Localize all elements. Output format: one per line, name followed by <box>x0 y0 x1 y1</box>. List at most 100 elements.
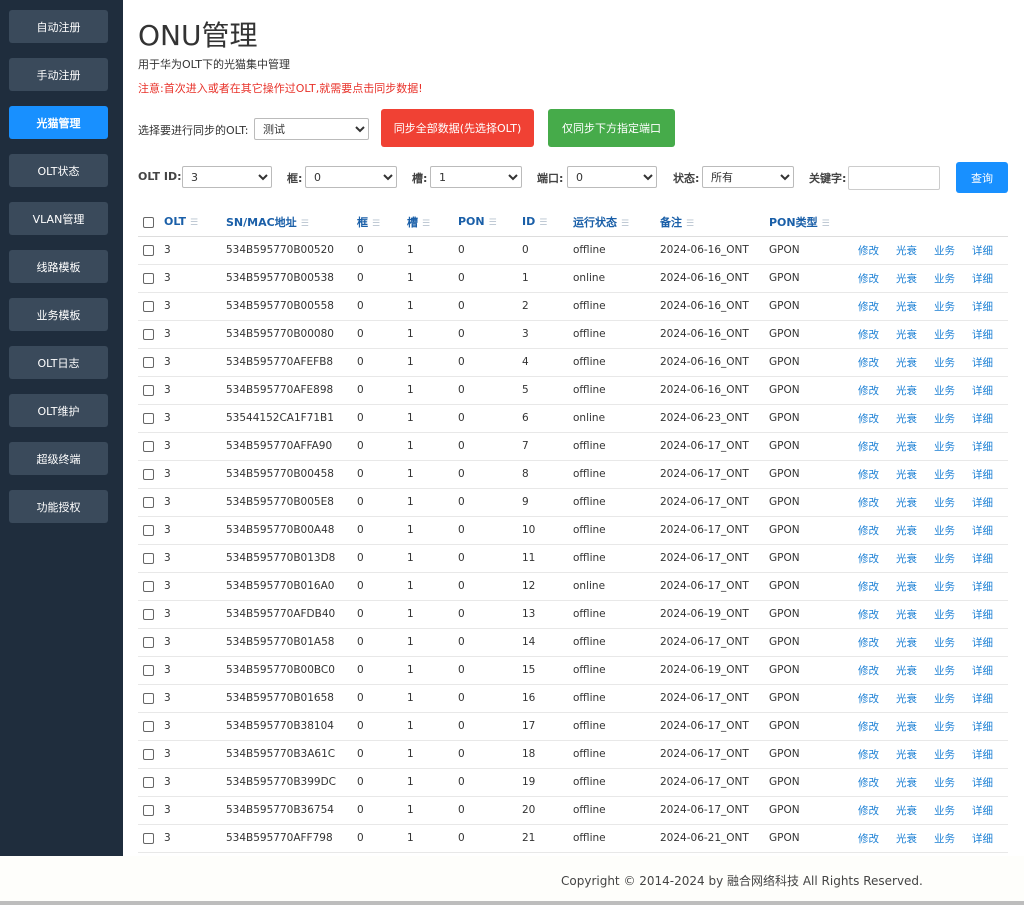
service-link[interactable]: 业务 <box>934 740 972 769</box>
sort-icon[interactable]: ☰ <box>190 218 198 228</box>
edit-link[interactable]: 修改 <box>858 264 896 293</box>
optical-power-link[interactable]: 光衰 <box>896 488 934 517</box>
row-checkbox[interactable] <box>143 272 154 284</box>
row-checkbox[interactable] <box>143 720 154 732</box>
optical-power-link[interactable]: 光衰 <box>896 292 934 321</box>
sort-icon[interactable]: ☰ <box>822 219 830 229</box>
row-checkbox[interactable] <box>143 496 154 508</box>
service-link[interactable]: 业务 <box>934 404 972 433</box>
row-checkbox[interactable] <box>143 524 154 536</box>
edit-link[interactable]: 修改 <box>858 796 896 825</box>
service-link[interactable]: 业务 <box>934 516 972 545</box>
optical-power-link[interactable]: 光衰 <box>896 460 934 489</box>
row-checkbox[interactable] <box>143 300 154 312</box>
optical-power-link[interactable]: 光衰 <box>896 264 934 293</box>
sync-all-button[interactable]: 同步全部数据(先选择OLT) <box>381 109 534 147</box>
optical-power-link[interactable]: 光衰 <box>896 796 934 825</box>
edit-link[interactable]: 修改 <box>858 600 896 629</box>
row-checkbox[interactable] <box>143 580 154 592</box>
detail-link[interactable]: 详细 <box>972 628 1008 657</box>
row-checkbox[interactable] <box>143 440 154 452</box>
optical-power-link[interactable]: 光衰 <box>896 684 934 713</box>
edit-link[interactable]: 修改 <box>858 348 896 377</box>
detail-link[interactable]: 详细 <box>972 292 1008 321</box>
optical-power-link[interactable]: 光衰 <box>896 348 934 377</box>
sort-icon[interactable]: ☰ <box>489 218 497 228</box>
service-link[interactable]: 业务 <box>934 712 972 741</box>
row-checkbox[interactable] <box>143 804 154 816</box>
column-header-pon[interactable]: PON ☰ <box>458 208 522 237</box>
frame-select[interactable]: 0 <box>305 166 397 188</box>
detail-link[interactable]: 详细 <box>972 348 1008 377</box>
sidebar-item-10[interactable]: 功能授权 <box>9 490 108 523</box>
edit-link[interactable]: 修改 <box>858 376 896 405</box>
service-link[interactable]: 业务 <box>934 544 972 573</box>
edit-link[interactable]: 修改 <box>858 628 896 657</box>
detail-link[interactable]: 详细 <box>972 320 1008 349</box>
edit-link[interactable]: 修改 <box>858 740 896 769</box>
edit-link[interactable]: 修改 <box>858 516 896 545</box>
edit-link[interactable]: 修改 <box>858 684 896 713</box>
row-checkbox[interactable] <box>143 384 154 396</box>
column-header-remark[interactable]: 备注 ☰ <box>660 208 769 237</box>
service-link[interactable]: 业务 <box>934 572 972 601</box>
detail-link[interactable]: 详细 <box>972 824 1008 853</box>
sidebar-item-6[interactable]: 业务模板 <box>9 298 108 331</box>
sidebar-item-2[interactable]: 光猫管理 <box>9 106 108 139</box>
service-link[interactable]: 业务 <box>934 292 972 321</box>
row-checkbox[interactable] <box>143 664 154 676</box>
olt-id-select[interactable]: 3 <box>182 166 272 188</box>
detail-link[interactable]: 详细 <box>972 544 1008 573</box>
row-checkbox[interactable] <box>143 244 154 256</box>
optical-power-link[interactable]: 光衰 <box>896 544 934 573</box>
row-checkbox[interactable] <box>143 608 154 620</box>
detail-link[interactable]: 详细 <box>972 600 1008 629</box>
edit-link[interactable]: 修改 <box>858 460 896 489</box>
service-link[interactable]: 业务 <box>934 320 972 349</box>
optical-power-link[interactable]: 光衰 <box>896 656 934 685</box>
optical-power-link[interactable]: 光衰 <box>896 768 934 797</box>
edit-link[interactable]: 修改 <box>858 236 896 265</box>
column-header-pon-type[interactable]: PON类型 ☰ <box>769 208 858 237</box>
edit-link[interactable]: 修改 <box>858 544 896 573</box>
edit-link[interactable]: 修改 <box>858 712 896 741</box>
service-link[interactable]: 业务 <box>934 432 972 461</box>
row-checkbox[interactable] <box>143 552 154 564</box>
sidebar-item-8[interactable]: OLT维护 <box>9 394 108 427</box>
detail-link[interactable]: 详细 <box>972 236 1008 265</box>
optical-power-link[interactable]: 光衰 <box>896 404 934 433</box>
optical-power-link[interactable]: 光衰 <box>896 824 934 853</box>
slot-select[interactable]: 1 <box>430 166 522 188</box>
detail-link[interactable]: 详细 <box>972 684 1008 713</box>
sort-icon[interactable]: ☰ <box>422 219 430 229</box>
query-button[interactable]: 查询 <box>956 162 1008 193</box>
service-link[interactable]: 业务 <box>934 460 972 489</box>
row-checkbox[interactable] <box>143 748 154 760</box>
service-link[interactable]: 业务 <box>934 488 972 517</box>
service-link[interactable]: 业务 <box>934 376 972 405</box>
row-checkbox[interactable] <box>143 832 154 844</box>
sidebar-item-4[interactable]: VLAN管理 <box>9 202 108 235</box>
sidebar-item-1[interactable]: 手动注册 <box>9 58 108 91</box>
sort-icon[interactable]: ☰ <box>621 219 629 229</box>
optical-power-link[interactable]: 光衰 <box>896 236 934 265</box>
edit-link[interactable]: 修改 <box>858 320 896 349</box>
detail-link[interactable]: 详细 <box>972 460 1008 489</box>
sync-olt-select[interactable]: 测试 <box>254 118 369 140</box>
service-link[interactable]: 业务 <box>934 264 972 293</box>
row-checkbox[interactable] <box>143 356 154 368</box>
keyword-input[interactable] <box>848 166 940 190</box>
edit-link[interactable]: 修改 <box>858 404 896 433</box>
detail-link[interactable]: 详细 <box>972 740 1008 769</box>
optical-power-link[interactable]: 光衰 <box>896 740 934 769</box>
service-link[interactable]: 业务 <box>934 628 972 657</box>
edit-link[interactable]: 修改 <box>858 488 896 517</box>
sort-icon[interactable]: ☰ <box>686 219 694 229</box>
sidebar-item-0[interactable]: 自动注册 <box>9 10 108 43</box>
sidebar-item-7[interactable]: OLT日志 <box>9 346 108 379</box>
detail-link[interactable]: 详细 <box>972 264 1008 293</box>
sidebar-item-9[interactable]: 超级终端 <box>9 442 108 475</box>
service-link[interactable]: 业务 <box>934 600 972 629</box>
service-link[interactable]: 业务 <box>934 684 972 713</box>
sort-icon[interactable]: ☰ <box>372 219 380 229</box>
